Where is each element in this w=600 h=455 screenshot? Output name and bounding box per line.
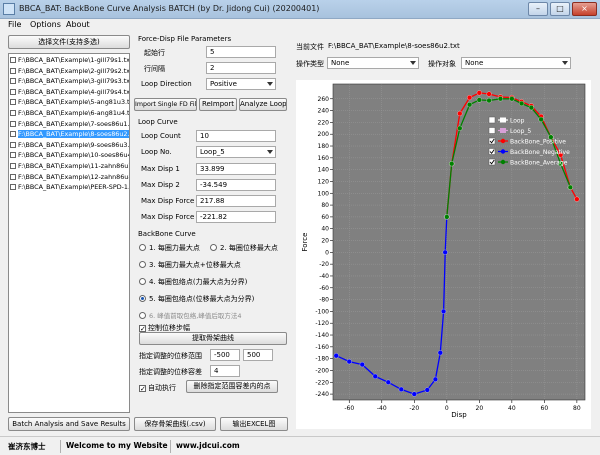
status-bar: 崔济东博士 Welcome to my Website www.jdcui.co… xyxy=(0,436,600,455)
x-tick-label: -40 xyxy=(377,405,387,412)
data-point xyxy=(467,102,473,108)
status-url[interactable]: www.jdcui.com xyxy=(176,441,240,450)
legend-swatch-marker xyxy=(500,138,506,144)
x-tick-label: -60 xyxy=(344,405,354,412)
y-tick-label: 120 xyxy=(318,178,330,185)
data-point xyxy=(441,308,447,314)
y-tick-label: 40 xyxy=(321,226,329,233)
data-point xyxy=(346,359,352,365)
y-tick-label: -160 xyxy=(315,344,329,351)
data-point xyxy=(398,386,404,392)
status-welcome: Welcome to my Website xyxy=(66,441,168,450)
status-divider xyxy=(170,440,171,453)
legend-swatch-marker xyxy=(500,159,506,165)
x-tick-label: 40 xyxy=(508,405,516,412)
data-point xyxy=(574,196,580,202)
y-tick-label: 220 xyxy=(318,119,330,126)
data-point xyxy=(372,373,378,379)
y-tick-label: -180 xyxy=(315,356,329,363)
y-tick-label: 160 xyxy=(318,155,330,162)
series-line-backbone-negative xyxy=(336,216,448,395)
data-point xyxy=(519,100,525,107)
data-point xyxy=(432,376,438,382)
y-tick-label: 260 xyxy=(318,96,330,103)
legend-label: BackBone_Positive xyxy=(510,139,566,146)
y-tick-label: -240 xyxy=(315,391,329,398)
data-point xyxy=(528,105,534,111)
y-tick-label: -40 xyxy=(319,273,329,280)
legend-label: Loop xyxy=(510,118,525,125)
data-point xyxy=(444,214,450,220)
x-tick-label: -20 xyxy=(409,405,419,412)
data-point xyxy=(457,110,463,117)
y-tick-label: -120 xyxy=(315,320,329,327)
data-point xyxy=(538,116,544,122)
y-tick-label: 140 xyxy=(318,167,330,174)
legend-label: BackBone_Negative xyxy=(510,149,570,156)
y-tick-label: 80 xyxy=(321,202,329,209)
data-point xyxy=(442,249,448,255)
legend-checkbox[interactable] xyxy=(488,137,496,145)
y-tick-label: -200 xyxy=(315,367,329,374)
y-tick-label: -220 xyxy=(315,379,329,386)
data-point xyxy=(457,125,463,131)
chart-svg: -240-220-200-180-160-140-120-100-80-60-4… xyxy=(301,83,586,419)
legend-swatch-marker xyxy=(500,117,506,123)
y-tick-label: -140 xyxy=(315,332,329,339)
x-tick-label: 20 xyxy=(476,405,484,412)
data-point xyxy=(497,96,504,102)
legend-checkbox[interactable] xyxy=(488,116,496,124)
x-tick-label: 0 xyxy=(445,405,449,412)
data-point xyxy=(509,96,515,102)
y-tick-label: -80 xyxy=(319,297,329,304)
data-point xyxy=(476,90,482,96)
legend-swatch-marker xyxy=(500,149,506,154)
data-point xyxy=(385,379,391,385)
y-tick-label: 240 xyxy=(318,108,330,115)
data-point xyxy=(359,362,365,368)
data-point xyxy=(486,91,492,97)
y-tick-label: 100 xyxy=(318,190,330,197)
data-point xyxy=(333,353,339,359)
x-tick-label: 80 xyxy=(573,405,581,412)
legend-swatch-marker xyxy=(500,128,506,133)
legend-checkbox[interactable] xyxy=(488,127,496,134)
data-point xyxy=(424,387,430,393)
legend-label: Loop_5 xyxy=(510,128,531,135)
legend-checkbox[interactable] xyxy=(488,148,496,155)
y-tick-label: 180 xyxy=(318,143,330,150)
legend-label: BackBone_Average xyxy=(510,160,568,167)
legend-checkbox[interactable] xyxy=(488,158,496,166)
data-point xyxy=(437,350,443,356)
y-tick-label: -60 xyxy=(319,285,329,292)
y-tick-label: 200 xyxy=(318,131,330,138)
y-tick-label: 20 xyxy=(321,238,329,245)
x-axis-label: Disp xyxy=(451,411,467,419)
data-point xyxy=(449,161,455,167)
y-tick-label: -20 xyxy=(319,261,329,268)
data-point xyxy=(467,95,473,101)
data-point xyxy=(486,97,492,104)
y-tick-label: -100 xyxy=(315,308,329,315)
data-point xyxy=(476,97,482,103)
y-tick-label: 0 xyxy=(325,249,329,256)
x-tick-label: 60 xyxy=(541,405,549,412)
status-divider xyxy=(60,440,61,453)
y-tick-label: 60 xyxy=(321,214,329,221)
data-point xyxy=(567,184,573,190)
data-point xyxy=(411,391,417,397)
y-axis-label: Force xyxy=(301,233,309,252)
status-author: 崔济东博士 xyxy=(8,442,46,451)
